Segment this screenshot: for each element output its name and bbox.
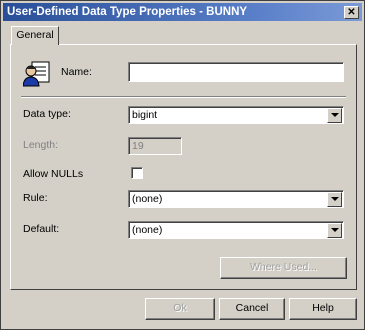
close-button[interactable]: ✕ <box>344 6 359 19</box>
tab-general[interactable]: General <box>11 26 59 45</box>
chevron-down-icon <box>331 113 339 117</box>
rule-select[interactable]: (none) <box>128 190 344 208</box>
default-dropdown-button[interactable] <box>327 223 342 238</box>
default-select[interactable]: (none) <box>128 221 344 239</box>
datatype-select[interactable]: bigint <box>128 106 344 124</box>
name-label: Name: <box>61 66 92 78</box>
section-divider <box>21 96 346 98</box>
where-used-button[interactable]: Where Used... <box>220 257 347 279</box>
user-defined-type-icon <box>23 61 50 87</box>
tab-general-label: General <box>16 29 54 41</box>
allow-nulls-label: Allow NULLs <box>23 168 84 180</box>
close-icon: ✕ <box>347 7 356 18</box>
help-button[interactable]: Help <box>289 298 357 320</box>
datatype-label: Data type: <box>23 108 71 120</box>
properties-dialog: User-Defined Data Type Properties - BUNN… <box>0 0 365 330</box>
rule-dropdown-button[interactable] <box>327 192 342 207</box>
datatype-dropdown-button[interactable] <box>327 108 342 123</box>
datatype-value: bigint <box>132 109 158 121</box>
default-label: Default: <box>23 223 60 235</box>
chevron-down-icon <box>331 228 339 232</box>
length-field[interactable]: 19 <box>128 137 182 155</box>
cancel-button[interactable]: Cancel <box>219 298 285 320</box>
ok-button[interactable]: Ok <box>145 298 215 320</box>
rule-label: Rule: <box>23 192 48 204</box>
length-label: Length: <box>23 139 59 151</box>
allow-nulls-checkbox[interactable] <box>131 167 143 179</box>
name-field[interactable] <box>128 62 344 82</box>
window-title: User-Defined Data Type Properties - BUNN… <box>7 6 248 18</box>
title-bar[interactable]: User-Defined Data Type Properties - BUNN… <box>3 3 362 21</box>
chevron-down-icon <box>331 197 339 201</box>
default-value: (none) <box>132 224 163 236</box>
rule-value: (none) <box>132 193 163 205</box>
